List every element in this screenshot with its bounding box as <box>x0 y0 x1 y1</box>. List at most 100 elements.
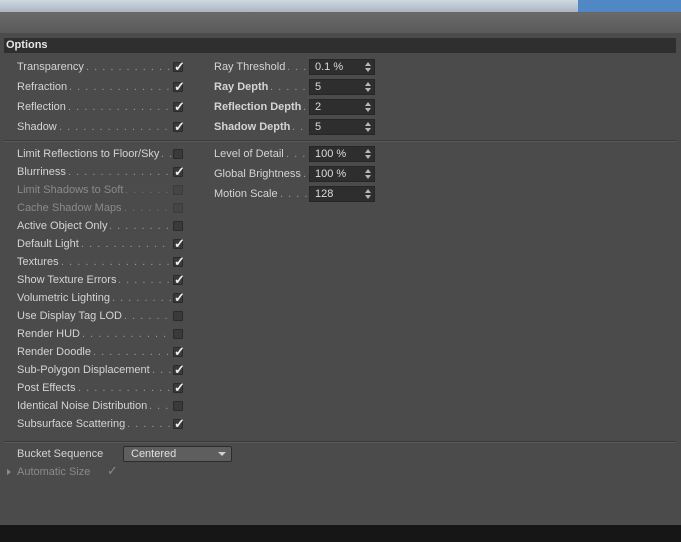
transparency-checkbox[interactable]: ✓ <box>173 59 185 74</box>
leader-dots: . . . . . . . . . . . . . . . . . . . . … <box>161 148 171 160</box>
leader-dots: . . . . . . . . . . . . . . . . . . . . … <box>112 292 171 304</box>
sub-polygon-displacement-label: Sub-Polygon Displacement <box>17 364 150 376</box>
spinner-arrows-icon[interactable] <box>365 189 371 199</box>
post-effects-checkbox[interactable]: ✓ <box>173 380 185 395</box>
level-of-detail-field[interactable]: 100 % <box>309 146 375 162</box>
leader-dots: . . . . . . . . . . . . . . . . . . . . … <box>152 364 171 376</box>
volumetric-lighting-checkbox[interactable]: ✓ <box>173 290 185 305</box>
check-icon: ✓ <box>174 380 185 395</box>
post-effects-label: Post Effects <box>17 382 76 394</box>
cache-shadow-maps-row: Cache Shadow Maps . . . . . . . . . . . … <box>17 200 185 216</box>
transparency-label: Transparency <box>17 61 84 73</box>
shadow-depth-field[interactable]: 5 <box>309 119 375 135</box>
spinner-arrows-icon[interactable] <box>365 82 371 92</box>
automatic-size-row: Automatic Size ✓ <box>7 463 137 480</box>
leader-dots: . . . . . . . . . . . . . . . . . . . . … <box>124 202 171 214</box>
ray-depth-label: Ray Depth <box>214 81 269 93</box>
leader-dots: . . . . . . . . . . . . . . . . . . . . … <box>86 61 171 73</box>
default-light-label: Default Light <box>17 238 79 250</box>
check-icon: ✓ <box>174 416 185 431</box>
chevron-down-icon <box>218 452 226 456</box>
check-icon: ✓ <box>174 254 185 269</box>
ray-threshold-row: Ray Threshold . . . . . . . . . . . . . … <box>214 59 376 75</box>
shadow-checkbox[interactable]: ✓ <box>173 119 185 134</box>
bucket-sequence-dropdown[interactable]: Centered <box>123 446 232 462</box>
render-settings-panel: Options Transparency . . . . . . . . . .… <box>0 12 681 526</box>
check-icon: ✓ <box>174 236 185 251</box>
leader-dots: . . . . . . . . . . . . . . . . . . . . … <box>118 274 171 286</box>
refraction-label: Refraction <box>17 81 68 93</box>
limit-reflections-to-floor-sky-checkbox[interactable] <box>173 149 183 159</box>
default-light-row: Default Light . . . . . . . . . . . . . … <box>17 236 185 252</box>
window-top-band-highlight <box>578 0 681 12</box>
identical-noise-distribution-checkbox[interactable] <box>173 401 183 411</box>
shadow-label: Shadow <box>17 121 57 133</box>
spinner-arrows-icon[interactable] <box>365 122 371 132</box>
show-texture-errors-checkbox[interactable]: ✓ <box>173 272 185 287</box>
identical-noise-distribution-label: Identical Noise Distribution <box>17 400 148 412</box>
shadow-depth-label: Shadow Depth <box>214 121 291 133</box>
panel-title-bar <box>0 13 681 33</box>
subsurface-scattering-label: Subsurface Scattering <box>17 418 126 430</box>
reflection-depth-row: Reflection Depth . . . . . . . . . . . .… <box>214 99 376 115</box>
limit-reflections-to-floor-sky-row: Limit Reflections to Floor/Sky . . . . .… <box>17 146 185 162</box>
ray-threshold-label: Ray Threshold <box>214 61 286 73</box>
leader-dots: . . . . . . . . . . . . . . . . . . . . … <box>292 121 307 133</box>
active-object-only-checkbox[interactable] <box>173 221 183 231</box>
limit-shadows-to-soft-label: Limit Shadows to Soft <box>17 184 124 196</box>
bottom-band <box>0 525 681 542</box>
leader-dots: . . . . . . . . . . . . . . . . . . . . … <box>69 81 171 93</box>
default-light-checkbox[interactable]: ✓ <box>173 236 185 251</box>
options-section-header[interactable]: Options <box>4 38 676 53</box>
volumetric-lighting-row: Volumetric Lighting . . . . . . . . . . … <box>17 290 185 306</box>
reflection-checkbox[interactable]: ✓ <box>173 99 185 114</box>
check-icon: ✓ <box>174 362 185 377</box>
sub-polygon-displacement-row: Sub-Polygon Displacement . . . . . . . .… <box>17 362 185 378</box>
check-icon: ✓ <box>174 119 185 134</box>
automatic-size-checkbox[interactable]: ✓ <box>107 463 118 478</box>
leader-dots: . . . . . . . . . . . . . . . . . . . . … <box>93 346 171 358</box>
ray-threshold-field[interactable]: 0.1 % <box>309 59 375 75</box>
show-texture-errors-row: Show Texture Errors . . . . . . . . . . … <box>17 272 185 288</box>
reflection-depth-field[interactable]: 2 <box>309 99 375 115</box>
spinner-arrows-icon[interactable] <box>365 62 371 72</box>
refraction-row: Refraction . . . . . . . . . . . . . . .… <box>17 79 185 95</box>
reflection-label: Reflection <box>17 101 66 113</box>
bucket-sequence-row: Bucket Sequence Centered <box>17 446 277 462</box>
global-brightness-field[interactable]: 100 % <box>309 166 375 182</box>
textures-checkbox[interactable]: ✓ <box>173 254 185 269</box>
expand-triangle-icon[interactable] <box>7 469 11 475</box>
leader-dots: . . . . . . . . . . . . . . . . . . . . … <box>280 188 307 200</box>
subsurface-scattering-checkbox[interactable]: ✓ <box>173 416 185 431</box>
check-icon: ✓ <box>174 99 185 114</box>
textures-label: Textures <box>17 256 59 268</box>
spinner-arrows-icon[interactable] <box>365 102 371 112</box>
leader-dots: . . . . . . . . . . . . . . . . . . . . … <box>81 238 171 250</box>
sub-polygon-displacement-checkbox[interactable]: ✓ <box>173 362 185 377</box>
refraction-checkbox[interactable]: ✓ <box>173 79 185 94</box>
spinner-arrows-icon[interactable] <box>365 149 371 159</box>
post-effects-row: Post Effects . . . . . . . . . . . . . .… <box>17 380 185 396</box>
blurriness-checkbox[interactable]: ✓ <box>173 164 185 179</box>
ray-depth-field[interactable]: 5 <box>309 79 375 95</box>
ray-depth-row: Ray Depth . . . . . . . . . . . . . . . … <box>214 79 376 95</box>
spinner-arrows-icon[interactable] <box>365 169 371 179</box>
use-display-tag-lod-checkbox[interactable] <box>173 311 183 321</box>
render-doodle-checkbox[interactable]: ✓ <box>173 344 185 359</box>
bucket-sequence-label: Bucket Sequence <box>17 448 104 460</box>
render-hud-row: Render HUD . . . . . . . . . . . . . . .… <box>17 326 185 342</box>
render-hud-checkbox[interactable] <box>173 329 183 339</box>
leader-dots: . . . . . . . . . . . . . . . . . . . . … <box>149 400 171 412</box>
leader-dots: . . . . . . . . . . . . . . . . . . . . … <box>78 382 171 394</box>
leader-dots: . . . . . . . . . . . . . . . . . . . . … <box>303 101 307 113</box>
cache-shadow-maps-checkbox[interactable] <box>173 203 183 213</box>
leader-dots: . . . . . . . . . . . . . . . . . . . . … <box>125 184 171 196</box>
leader-dots: . . . . . . . . . . . . . . . . . . . . … <box>59 121 171 133</box>
textures-row: Textures . . . . . . . . . . . . . . . .… <box>17 254 185 270</box>
group-separator-1 <box>4 140 676 142</box>
check-icon: ✓ <box>174 290 185 305</box>
motion-scale-field[interactable]: 128 <box>309 186 375 202</box>
ray-depth-value: 5 <box>315 81 322 93</box>
cache-shadow-maps-label: Cache Shadow Maps <box>17 202 122 214</box>
limit-shadows-to-soft-checkbox[interactable] <box>173 185 183 195</box>
